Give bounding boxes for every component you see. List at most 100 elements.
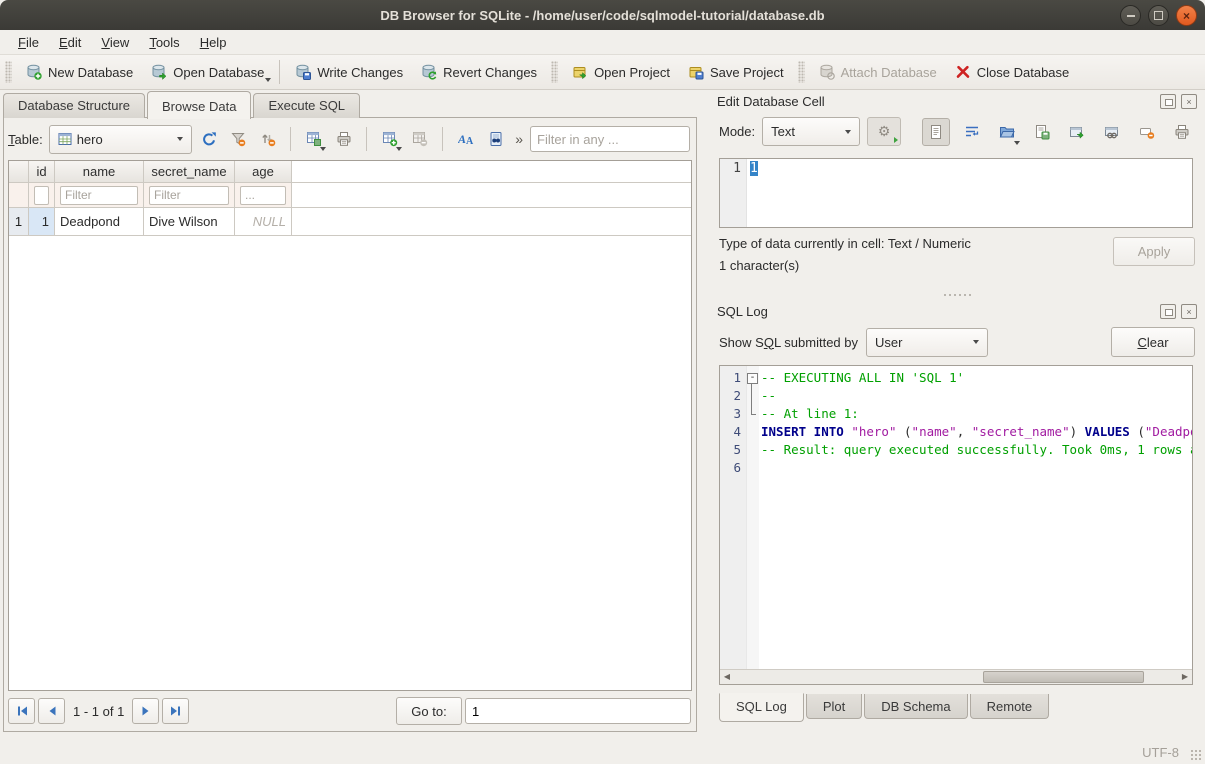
tab-execute-sql[interactable]: Execute SQL <box>253 93 360 118</box>
scrollbar-thumb[interactable] <box>983 671 1145 683</box>
close-database-icon <box>955 64 971 80</box>
minimize-button[interactable] <box>1120 5 1141 26</box>
filter-cell-filler <box>292 183 691 208</box>
insert-record-dropdown-icon[interactable] <box>396 147 402 151</box>
cell-id[interactable]: 1 <box>29 208 55 236</box>
menubar: File Edit View Tools Help <box>0 30 1205 55</box>
show-sql-label: Show SQL submitted by <box>719 335 858 350</box>
titlebar[interactable]: DB Browser for SQLite - /home/user/code/… <box>0 0 1205 30</box>
scroll-left-icon[interactable]: ◀ <box>720 670 734 683</box>
goto-input[interactable] <box>465 698 691 724</box>
menu-help[interactable]: Help <box>190 32 237 53</box>
filter-input-id[interactable] <box>34 186 49 205</box>
row-header-cell[interactable]: 1 <box>9 208 29 236</box>
previous-record-button[interactable] <box>38 698 65 724</box>
clear-filters-button[interactable] <box>226 126 251 152</box>
word-wrap-button[interactable] <box>959 119 985 145</box>
next-record-button[interactable] <box>132 698 159 724</box>
filter-input-secret-name[interactable] <box>149 186 229 205</box>
mode-selector[interactable]: Text <box>762 117 860 146</box>
print-cell-button[interactable] <box>1169 119 1195 145</box>
tab-browse-data[interactable]: Browse Data <box>147 91 251 119</box>
filter-cell-age <box>235 183 292 208</box>
export-to-file-button[interactable] <box>1029 119 1055 145</box>
cell-editor-content[interactable]: 1 <box>750 161 758 176</box>
scroll-right-icon[interactable]: ▶ <box>1178 670 1192 683</box>
new-database-icon <box>26 64 42 80</box>
toolbar-drag-handle-2[interactable] <box>551 61 558 83</box>
set-null-button[interactable] <box>1134 119 1160 145</box>
tab-remote[interactable]: Remote <box>970 694 1050 719</box>
sql-log-float-button[interactable] <box>1160 304 1176 319</box>
column-header-age[interactable]: age <box>235 161 292 183</box>
close-button[interactable]: × <box>1176 5 1197 26</box>
sql-log-close-button[interactable]: × <box>1181 304 1197 319</box>
scrollbar-track[interactable] <box>734 670 1178 684</box>
font-icon: AA <box>458 131 474 147</box>
font-button[interactable]: AA <box>453 126 478 152</box>
edit-cell-float-button[interactable] <box>1160 94 1176 109</box>
sql-source-selector[interactable]: User <box>866 328 988 357</box>
cell-name[interactable]: Deadpond <box>55 208 144 236</box>
tab-sql-log[interactable]: SQL Log <box>719 693 804 722</box>
write-changes-button[interactable]: Write Changes <box>286 60 412 84</box>
first-record-button[interactable] <box>8 698 35 724</box>
mode-selector-arrow-icon <box>845 130 851 134</box>
menu-view[interactable]: View <box>91 32 139 53</box>
panel-splitter[interactable] <box>701 90 709 740</box>
sql-log-view[interactable]: 1-- EXECUTING ALL IN 'SQL 1'2--3-- At li… <box>719 365 1193 685</box>
cell-secret-name[interactable]: Dive Wilson <box>144 208 235 236</box>
edit-cell-close-button[interactable]: × <box>1181 94 1197 109</box>
filter-input-age[interactable] <box>240 186 286 205</box>
filter-any-input[interactable] <box>530 126 690 152</box>
column-header-name[interactable]: name <box>55 161 144 183</box>
save-results-dropdown-icon[interactable] <box>320 147 326 151</box>
save-project-button[interactable]: Save Project <box>679 60 793 84</box>
filter-cell-name <box>55 183 144 208</box>
menu-file[interactable]: File <box>8 32 49 53</box>
open-external-button[interactable] <box>1064 119 1090 145</box>
copy-link-button[interactable] <box>1099 119 1125 145</box>
open-database-button[interactable]: Open Database <box>142 60 273 84</box>
close-icon: × <box>1183 10 1190 22</box>
column-header-id[interactable]: id <box>29 161 55 183</box>
cell-editor-line-number: 1 <box>720 159 746 227</box>
column-header-secret-name[interactable]: secret_name <box>144 161 235 183</box>
table-selector[interactable]: hero <box>49 125 192 154</box>
dock-splitter-handle[interactable] <box>709 290 1205 300</box>
clear-log-button[interactable]: Clear <box>1111 327 1195 357</box>
cell-age[interactable]: NULL <box>235 208 292 236</box>
goto-button[interactable]: Go to: <box>396 697 462 725</box>
tab-plot[interactable]: Plot <box>806 694 862 719</box>
maximize-button[interactable] <box>1148 5 1169 26</box>
filter-input-name[interactable] <box>60 186 138 205</box>
menu-tools[interactable]: Tools <box>139 32 189 53</box>
lookup-button[interactable] <box>483 126 508 152</box>
tab-database-structure[interactable]: Database Structure <box>3 93 145 118</box>
refresh-button[interactable] <box>196 126 221 152</box>
external-open-icon <box>1069 124 1085 140</box>
import-from-file-button[interactable] <box>994 119 1020 145</box>
last-record-button[interactable] <box>162 698 189 724</box>
new-database-button[interactable]: New Database <box>17 60 142 84</box>
clear-sorting-button[interactable] <box>255 126 280 152</box>
open-database-dropdown-icon[interactable] <box>265 78 271 82</box>
sql-log-hscrollbar[interactable]: ◀ ▶ <box>720 669 1192 684</box>
toolbar-drag-handle-3[interactable] <box>798 61 805 83</box>
tab-db-schema[interactable]: DB Schema <box>864 694 967 719</box>
resize-grip[interactable] <box>1190 749 1202 761</box>
toolbar-drag-handle[interactable] <box>5 61 12 83</box>
print-button[interactable] <box>331 126 356 152</box>
toolbar-overflow-chevron[interactable]: » <box>512 131 526 147</box>
revert-changes-button[interactable]: Revert Changes <box>412 60 546 84</box>
menu-edit[interactable]: Edit <box>49 32 91 53</box>
grid-corner-cell[interactable] <box>9 161 29 183</box>
close-database-button[interactable]: Close Database <box>946 60 1079 84</box>
text-view-button[interactable] <box>922 118 950 146</box>
insert-record-button[interactable] <box>377 126 402 152</box>
save-results-button[interactable] <box>301 126 326 152</box>
left-panel: Database Structure Browse Data Execute S… <box>0 90 701 740</box>
open-project-button[interactable]: Open Project <box>563 60 679 84</box>
import-dropdown-icon[interactable] <box>1014 141 1020 145</box>
cell-editor[interactable]: 1 1 <box>719 158 1193 228</box>
